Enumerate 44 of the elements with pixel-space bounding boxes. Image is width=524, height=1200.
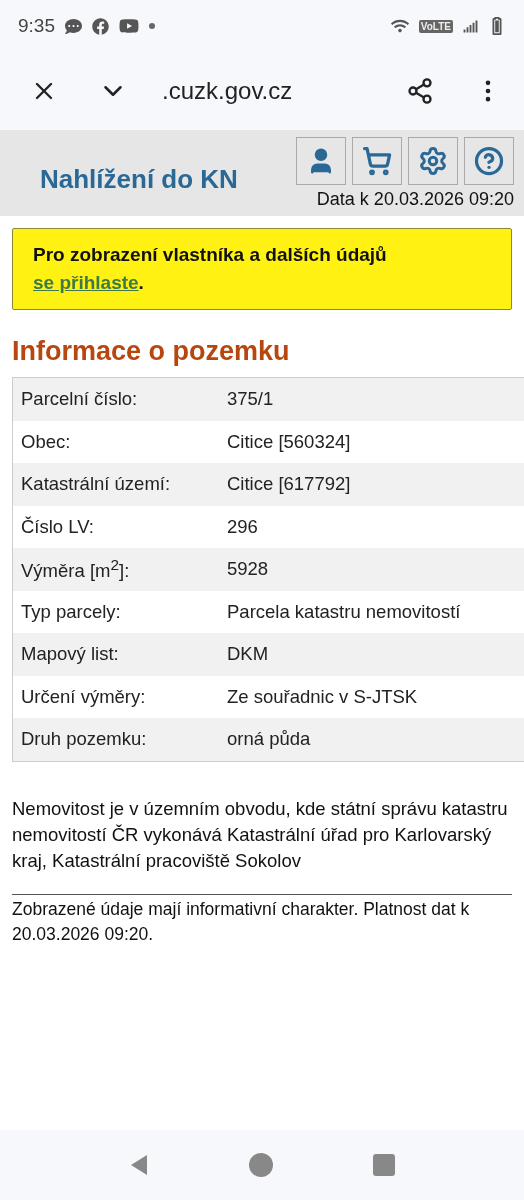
network-type: VoLTE [418, 19, 453, 33]
clock-time: 9:35 [18, 15, 55, 37]
back-icon[interactable] [129, 1154, 149, 1176]
facebook-icon [92, 17, 109, 35]
page-url: .cuzk.gov.cz [162, 77, 294, 105]
share-icon[interactable] [406, 77, 434, 105]
settings-button[interactable] [408, 136, 458, 185]
field-label: Číslo LV: [20, 515, 95, 538]
field-label: Typ parcely: [20, 600, 122, 623]
settings-icon [418, 145, 448, 176]
field-label: Výměra [m$^{2}$]: [20, 556, 131, 583]
section-title: Informace o pozemku [12, 336, 291, 367]
cart-icon [362, 145, 392, 176]
chat-icon [65, 17, 82, 35]
field-label: Mapový list: [20, 643, 120, 666]
field-label: Obec: [20, 430, 72, 453]
field-value: Parcela katastru nemovitostí [227, 600, 461, 623]
field-value: Citice [560324] [227, 430, 351, 453]
disclaimer: Zobrazené údaje mají informativní charakter. Platnost dat k 20.03.2026 09:20. [12, 897, 471, 946]
login-notice: Pro zobrazení vlastníka a dalších údajů se přihlaste. [12, 228, 512, 310]
notification-dot-icon [149, 23, 155, 29]
data-date: Data k 20.03.2026 09:20 [316, 188, 514, 210]
field-value: 375/1 [227, 388, 274, 411]
field-value: Citice [617792] [227, 473, 351, 496]
field-label: Určení výměry: [20, 685, 147, 708]
signal-icon [463, 18, 478, 34]
office-note: Nemovitost je v územním obvodu, kde státní správu katastru nemovitostí ČR vykonává Katastrální úřad pro Karlovarský kraj, Katastrální pracoviště Sokolov [12, 796, 509, 873]
field-value: Ze souřadnic v S-JTSK [227, 685, 418, 708]
field-value: DKM [227, 643, 269, 666]
help-icon [474, 145, 504, 176]
field-value: 5928 [227, 558, 269, 581]
field-label: Parcelní číslo: [20, 388, 139, 411]
field-value: orná půda [227, 728, 311, 751]
field-value: 296 [227, 515, 258, 538]
home-icon[interactable] [249, 1153, 273, 1177]
login-link[interactable]: se přihlaste [33, 272, 139, 293]
youtube-icon [119, 16, 139, 36]
help-button[interactable] [464, 136, 514, 185]
cart-button[interactable] [352, 136, 402, 185]
field-label: Katastrální území: [20, 473, 172, 496]
site-title: Nahlížení do KN [40, 162, 239, 195]
user-button[interactable] [296, 136, 346, 185]
wifi-icon [390, 17, 409, 35]
field-label: Druh pozemku: [20, 728, 148, 751]
